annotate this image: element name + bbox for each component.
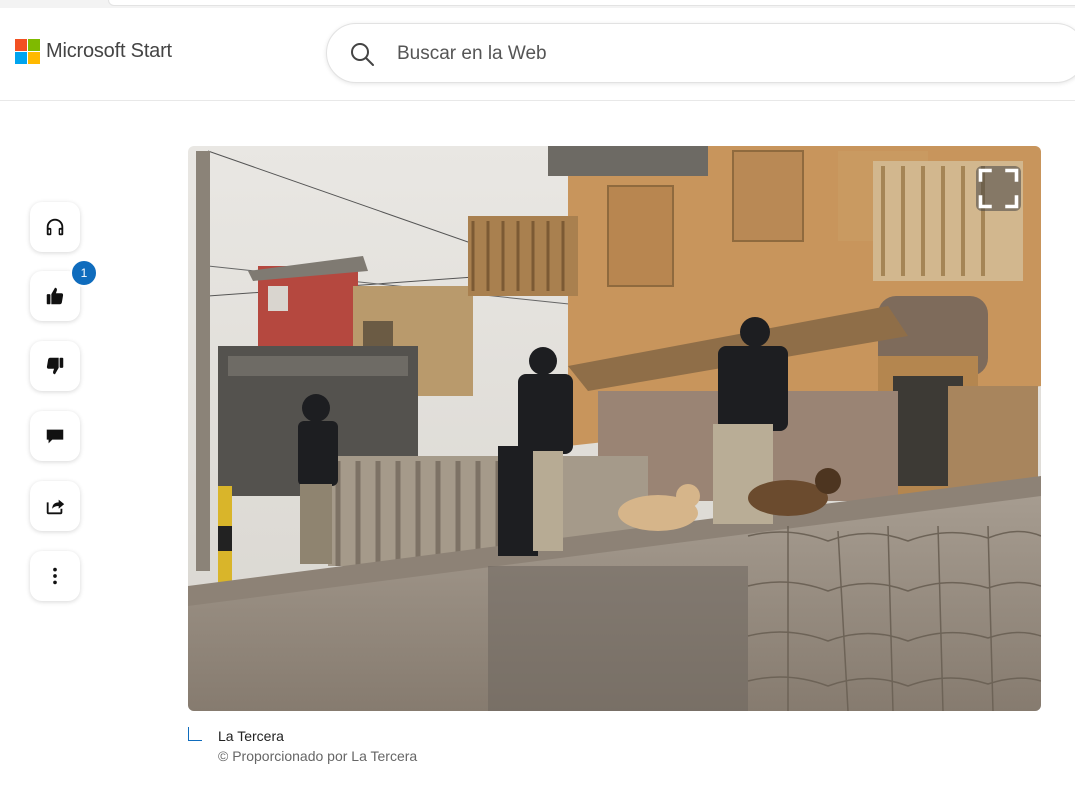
search-icon[interactable] bbox=[349, 41, 375, 67]
like-count-badge: 1 bbox=[70, 259, 98, 287]
caption-marker bbox=[188, 727, 202, 741]
brand-logo-link[interactable]: Microsoft Start bbox=[15, 39, 172, 64]
more-vertical-icon bbox=[53, 567, 57, 585]
page: Microsoft Start 1 bbox=[0, 0, 1075, 797]
listen-button[interactable] bbox=[30, 202, 80, 252]
more-options-button[interactable] bbox=[30, 551, 80, 601]
hero-photo-illustration bbox=[188, 146, 1041, 711]
site-header: Microsoft Start bbox=[0, 8, 1075, 101]
share-button[interactable] bbox=[30, 481, 80, 531]
expand-icon bbox=[978, 168, 1019, 209]
microsoft-logo-icon bbox=[15, 39, 40, 64]
dislike-button[interactable] bbox=[30, 341, 80, 391]
brand-name: Microsoft Start bbox=[46, 40, 172, 62]
headphones-icon bbox=[46, 218, 64, 236]
search-box[interactable] bbox=[326, 23, 1075, 83]
fullscreen-button[interactable] bbox=[976, 166, 1021, 211]
thumbs-down-icon bbox=[46, 357, 64, 375]
comment-icon bbox=[46, 429, 64, 444]
image-source: La Tercera bbox=[218, 728, 284, 744]
image-credit: © Proporcionado por La Tercera bbox=[218, 748, 418, 764]
search-input[interactable] bbox=[397, 38, 1057, 70]
comment-button[interactable] bbox=[30, 411, 80, 461]
browser-tab[interactable] bbox=[108, 0, 1075, 6]
article-hero-image[interactable] bbox=[188, 146, 1041, 711]
browser-tab-strip bbox=[0, 0, 1075, 8]
thumbs-up-icon bbox=[46, 287, 64, 305]
share-icon bbox=[46, 499, 65, 515]
